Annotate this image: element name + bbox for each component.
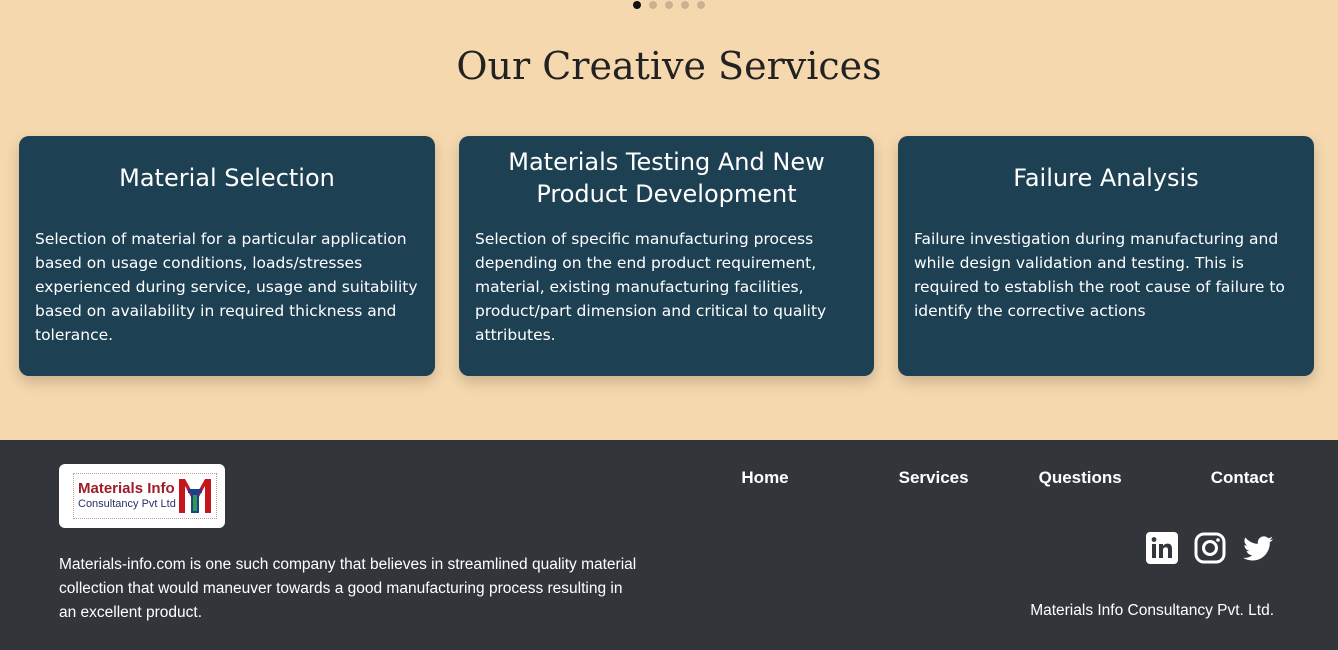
nav-link-services[interactable]: Services <box>899 468 969 488</box>
company-description: Materials-info.com is one such company t… <box>59 556 637 621</box>
carousel-dots <box>0 1 1338 9</box>
instagram-icon[interactable] <box>1194 532 1226 564</box>
footer: Materials Info Consultancy Pvt Ltd Mater… <box>0 440 1338 650</box>
service-card: Failure Analysis Failure investigation d… <box>898 136 1314 376</box>
card-body: Failure investigation during manufacturi… <box>914 230 1285 320</box>
carousel-dot[interactable] <box>633 1 641 9</box>
carousel-dot[interactable] <box>697 1 705 9</box>
carousel-dot[interactable] <box>665 1 673 9</box>
copyright-text: Materials Info Consultancy Pvt. Ltd. <box>1030 602 1274 619</box>
card-title: Material Selection <box>119 164 335 192</box>
footer-nav: Home Services Questions Contact <box>741 468 1274 488</box>
linkedin-icon[interactable] <box>1146 532 1178 564</box>
nav-link-home[interactable]: Home <box>741 468 788 488</box>
carousel-dot[interactable] <box>649 1 657 9</box>
logo-mark-icon <box>179 479 211 513</box>
logo-subtitle: Consultancy Pvt Ltd <box>78 498 176 510</box>
card-body: Selection of material for a particular a… <box>35 230 418 344</box>
card-title: Materials Testing And New Product Develo… <box>508 148 825 208</box>
social-links <box>1146 532 1274 564</box>
service-card: Materials Testing And New Product Develo… <box>459 136 874 376</box>
logo-title: Materials Info <box>78 480 175 497</box>
card-body: Selection of specific manufacturing proc… <box>475 230 827 344</box>
service-card: Material Selection Selection of material… <box>19 136 435 376</box>
nav-link-contact[interactable]: Contact <box>1211 468 1274 488</box>
nav-link-questions[interactable]: Questions <box>1039 468 1122 488</box>
carousel-dot[interactable] <box>681 1 689 9</box>
twitter-icon[interactable] <box>1242 532 1274 564</box>
card-title: Failure Analysis <box>1013 164 1199 192</box>
section-title: Our Creative Services <box>456 44 882 88</box>
services-cards: Material Selection Selection of material… <box>19 136 1314 376</box>
company-logo[interactable]: Materials Info Consultancy Pvt Ltd <box>59 464 225 528</box>
